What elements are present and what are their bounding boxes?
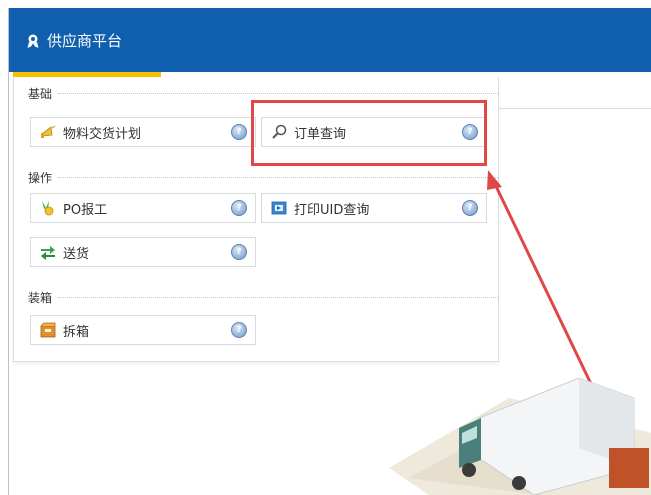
app-frame: 供应商平台 基础 物料交货计划 ? 订单查询 ? 操作 PO报工 ? 打印UID… <box>8 8 651 495</box>
truck-illustration <box>389 377 651 495</box>
